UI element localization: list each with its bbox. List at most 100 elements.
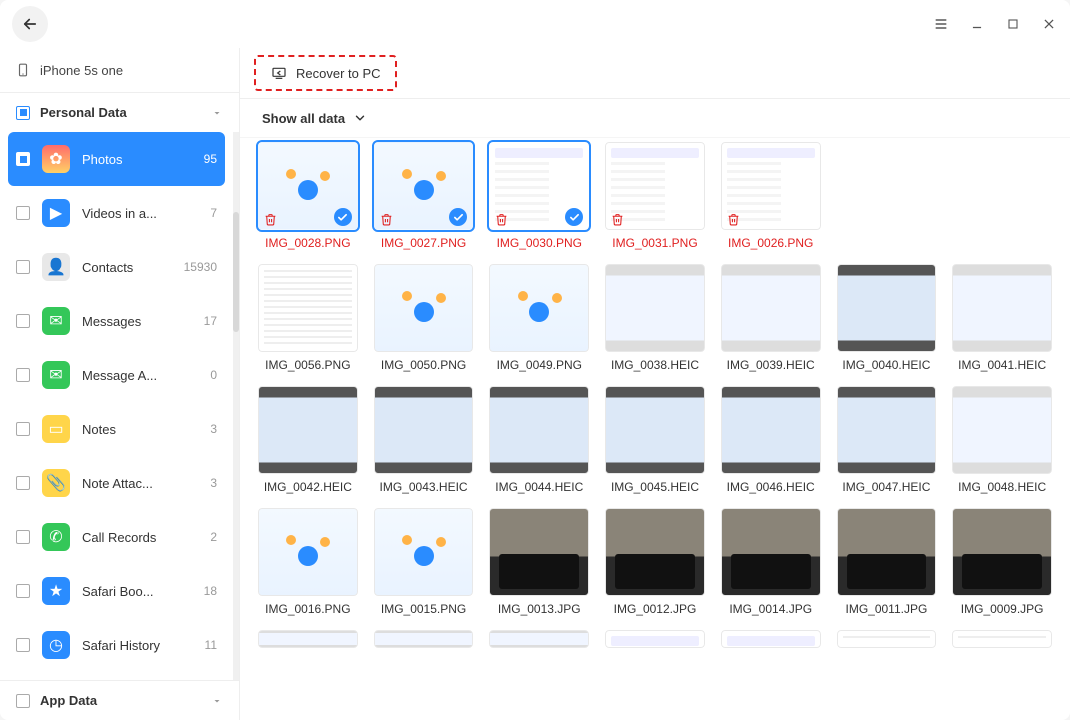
sidebar-item[interactable]: ✉Messages17 [0, 294, 233, 348]
photo-cell[interactable] [721, 630, 821, 648]
filter-dropdown[interactable]: Show all data [240, 98, 1070, 138]
thumbnail[interactable] [721, 142, 821, 230]
thumbnail[interactable] [489, 386, 589, 474]
thumbnail[interactable] [721, 630, 821, 648]
thumbnail[interactable] [489, 508, 589, 596]
photo-cell[interactable] [605, 630, 705, 648]
photo-cell[interactable]: IMG_0026.PNG [721, 142, 821, 250]
sidebar-item[interactable]: 👤Contacts15930 [0, 240, 233, 294]
photo-cell[interactable] [258, 630, 358, 648]
thumbnail[interactable] [837, 508, 937, 596]
photo-cell[interactable]: IMG_0031.PNG [605, 142, 705, 250]
photo-cell[interactable]: IMG_0044.HEIC [489, 386, 589, 494]
sidebar-item[interactable]: ◷ Safari History11 [0, 618, 233, 672]
photo-cell[interactable]: IMG_0045.HEIC [605, 386, 705, 494]
sidebar-item[interactable]: ✿Photos95 [8, 132, 225, 186]
photo-cell[interactable]: IMG_0056.PNG [258, 264, 358, 372]
thumbnail[interactable] [258, 264, 358, 352]
thumbnail[interactable] [605, 630, 705, 648]
nav-list[interactable]: ✿Photos95▶Videos in a...7👤Contacts15930✉… [0, 132, 233, 680]
photo-cell[interactable]: IMG_0011.JPG [837, 508, 937, 616]
item-checkbox[interactable] [16, 152, 30, 166]
sidebar-item[interactable]: ▶Videos in a...7 [0, 186, 233, 240]
photo-cell[interactable]: IMG_0050.PNG [374, 264, 474, 372]
photo-cell[interactable]: IMG_0015.PNG [374, 508, 474, 616]
section-checkbox[interactable] [16, 694, 30, 708]
sidebar-item[interactable]: ★Safari Boo...18 [0, 564, 233, 618]
item-checkbox[interactable] [16, 206, 30, 220]
photo-cell[interactable]: IMG_0016.PNG [258, 508, 358, 616]
sidebar-scrollbar[interactable] [233, 132, 239, 680]
thumbnail[interactable] [605, 508, 705, 596]
sidebar-item[interactable]: ▭Notes3 [0, 402, 233, 456]
item-checkbox[interactable] [16, 260, 30, 274]
section-checkbox[interactable] [16, 106, 30, 120]
thumbnail[interactable] [952, 264, 1052, 352]
sidebar-item[interactable]: ✉Message A...0 [0, 348, 233, 402]
sidebar-item[interactable]: 📎Note Attac...3 [0, 456, 233, 510]
photo-cell[interactable]: IMG_0014.JPG [721, 508, 821, 616]
back-button[interactable] [12, 6, 48, 42]
thumbnail[interactable] [374, 142, 474, 230]
thumbnail[interactable] [837, 264, 937, 352]
photo-cell[interactable]: IMG_0013.JPG [489, 508, 589, 616]
thumbnail[interactable] [489, 630, 589, 648]
item-checkbox[interactable] [16, 530, 30, 544]
thumbnail[interactable] [952, 508, 1052, 596]
item-checkbox[interactable] [16, 314, 30, 328]
thumbnail[interactable] [837, 630, 937, 648]
photo-cell[interactable]: IMG_0048.HEIC [952, 386, 1052, 494]
thumbnail[interactable] [837, 386, 937, 474]
thumbnail[interactable] [952, 630, 1052, 648]
menu-button[interactable] [932, 15, 950, 33]
thumbnail[interactable] [258, 630, 358, 648]
thumbnail[interactable] [374, 386, 474, 474]
recover-to-pc-button[interactable]: Recover to PC [254, 55, 397, 91]
photo-cell[interactable]: IMG_0043.HEIC [374, 386, 474, 494]
photo-cell[interactable] [952, 630, 1052, 648]
photo-cell[interactable]: IMG_0049.PNG [489, 264, 589, 372]
thumbnail[interactable] [721, 508, 821, 596]
photo-grid-scroll[interactable]: IMG_0028.PNGIMG_0027.PNGIMG_0030.PNGIMG_… [240, 138, 1070, 720]
thumbnail[interactable] [605, 264, 705, 352]
thumbnail[interactable] [489, 264, 589, 352]
thumbnail[interactable] [605, 142, 705, 230]
photo-cell[interactable]: IMG_0030.PNG [489, 142, 589, 250]
section-app-data[interactable]: App Data [0, 680, 239, 720]
thumbnail[interactable] [489, 142, 589, 230]
maximize-button[interactable] [1004, 15, 1022, 33]
item-checkbox[interactable] [16, 368, 30, 382]
photo-cell[interactable]: IMG_0041.HEIC [952, 264, 1052, 372]
minimize-button[interactable] [968, 15, 986, 33]
close-button[interactable] [1040, 15, 1058, 33]
thumbnail[interactable] [374, 630, 474, 648]
item-checkbox[interactable] [16, 422, 30, 436]
thumbnail[interactable] [721, 386, 821, 474]
item-checkbox[interactable] [16, 476, 30, 490]
photo-cell[interactable]: IMG_0027.PNG [374, 142, 474, 250]
photo-cell[interactable]: IMG_0038.HEIC [605, 264, 705, 372]
thumbnail[interactable] [952, 386, 1052, 474]
thumbnail[interactable] [374, 264, 474, 352]
photo-cell[interactable]: IMG_0009.JPG [952, 508, 1052, 616]
photo-cell[interactable]: IMG_0042.HEIC [258, 386, 358, 494]
section-personal-data[interactable]: Personal Data [0, 92, 239, 132]
photo-cell[interactable]: IMG_0039.HEIC [721, 264, 821, 372]
photo-cell[interactable]: IMG_0047.HEIC [837, 386, 937, 494]
photo-cell[interactable] [374, 630, 474, 648]
thumbnail[interactable] [721, 264, 821, 352]
thumbnail[interactable] [374, 508, 474, 596]
item-checkbox[interactable] [16, 584, 30, 598]
photo-cell[interactable] [837, 630, 937, 648]
sidebar-item[interactable]: ✆Call Records2 [0, 510, 233, 564]
photo-cell[interactable]: IMG_0012.JPG [605, 508, 705, 616]
photo-cell[interactable]: IMG_0028.PNG [258, 142, 358, 250]
photo-cell[interactable] [489, 630, 589, 648]
photo-cell[interactable]: IMG_0046.HEIC [721, 386, 821, 494]
photo-cell[interactable]: IMG_0040.HEIC [837, 264, 937, 372]
item-checkbox[interactable] [16, 638, 30, 652]
thumbnail[interactable] [258, 142, 358, 230]
thumbnail[interactable] [258, 508, 358, 596]
thumbnail[interactable] [258, 386, 358, 474]
thumbnail[interactable] [605, 386, 705, 474]
